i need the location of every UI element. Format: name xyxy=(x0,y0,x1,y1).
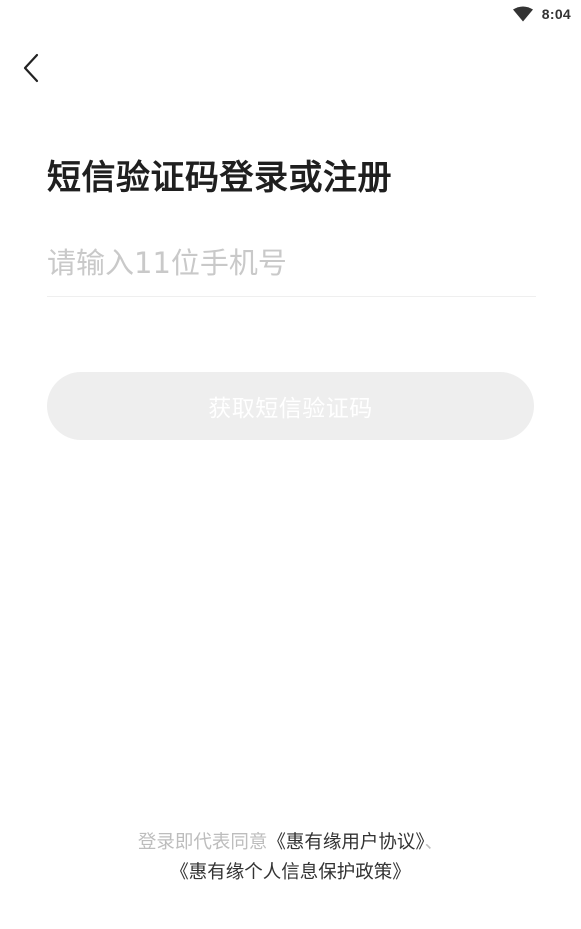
status-bar: 8:04 xyxy=(0,0,581,30)
phone-field xyxy=(47,232,536,297)
agreement-line-1: 登录即代表同意《惠有缘用户协议》、 xyxy=(0,828,581,858)
wifi-icon xyxy=(512,6,534,22)
get-sms-code-label: 获取短信验证码 xyxy=(208,396,373,422)
status-time: 8:04 xyxy=(541,6,571,22)
phone-input[interactable] xyxy=(47,232,536,294)
page-title: 短信验证码登录或注册 xyxy=(47,158,392,198)
agreement-prefix: 登录即代表同意 xyxy=(137,832,268,853)
chevron-left-icon xyxy=(22,53,42,87)
agreement-notice: 登录即代表同意《惠有缘用户协议》、 《惠有缘个人信息保护政策》 xyxy=(0,828,581,888)
back-button[interactable] xyxy=(14,52,50,88)
status-indicators: 8:04 xyxy=(512,6,571,22)
agreement-line-2: 《惠有缘个人信息保护政策》 xyxy=(0,858,581,888)
get-sms-code-button[interactable]: 获取短信验证码 xyxy=(47,372,534,440)
privacy-policy-link[interactable]: 《惠有缘个人信息保护政策》 xyxy=(170,862,411,883)
user-agreement-link[interactable]: 《惠有缘用户协议》 xyxy=(267,832,424,853)
agreement-separator: 、 xyxy=(424,832,444,853)
